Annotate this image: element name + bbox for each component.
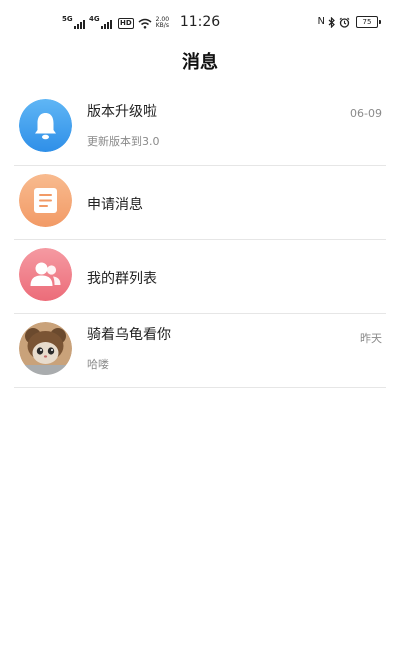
alarm-icon: [339, 17, 350, 28]
nfc-icon: N: [317, 16, 325, 27]
message-name: 我的群列表: [87, 271, 157, 287]
message-item-applications[interactable]: 申请消息: [14, 166, 386, 240]
bell-icon: [19, 99, 72, 152]
bluetooth-icon: [328, 16, 335, 28]
message-preview: 哈喽: [87, 358, 109, 371]
message-name: 申请消息: [87, 197, 143, 213]
message-item-group-list[interactable]: 我的群列表: [14, 240, 386, 314]
battery-icon: 75: [356, 16, 381, 28]
message-time: 昨天: [360, 332, 382, 345]
message-list: 版本升级啦 更新版本到3.0 06-09 申请消息 我的群列表 骑着乌龟看你 哈…: [0, 91, 400, 388]
message-item-user-chat[interactable]: 骑着乌龟看你 哈喽 昨天: [14, 314, 386, 388]
message-name: 骑着乌龟看你: [87, 327, 171, 343]
message-time: 06-09: [350, 107, 382, 120]
message-name: 版本升级啦: [87, 104, 157, 120]
group-icon: [19, 248, 72, 301]
document-icon: [19, 174, 72, 227]
message-item-version-update[interactable]: 版本升级啦 更新版本到3.0 06-09: [14, 91, 386, 166]
status-bar-right: N 75: [317, 15, 381, 29]
status-bar: 5G 4G HD 2.00 KB/s 11:26 N 75: [0, 0, 400, 44]
user-avatar-photo: [19, 322, 72, 375]
message-preview: 更新版本到3.0: [87, 135, 160, 148]
page-title: 消息: [182, 52, 218, 73]
